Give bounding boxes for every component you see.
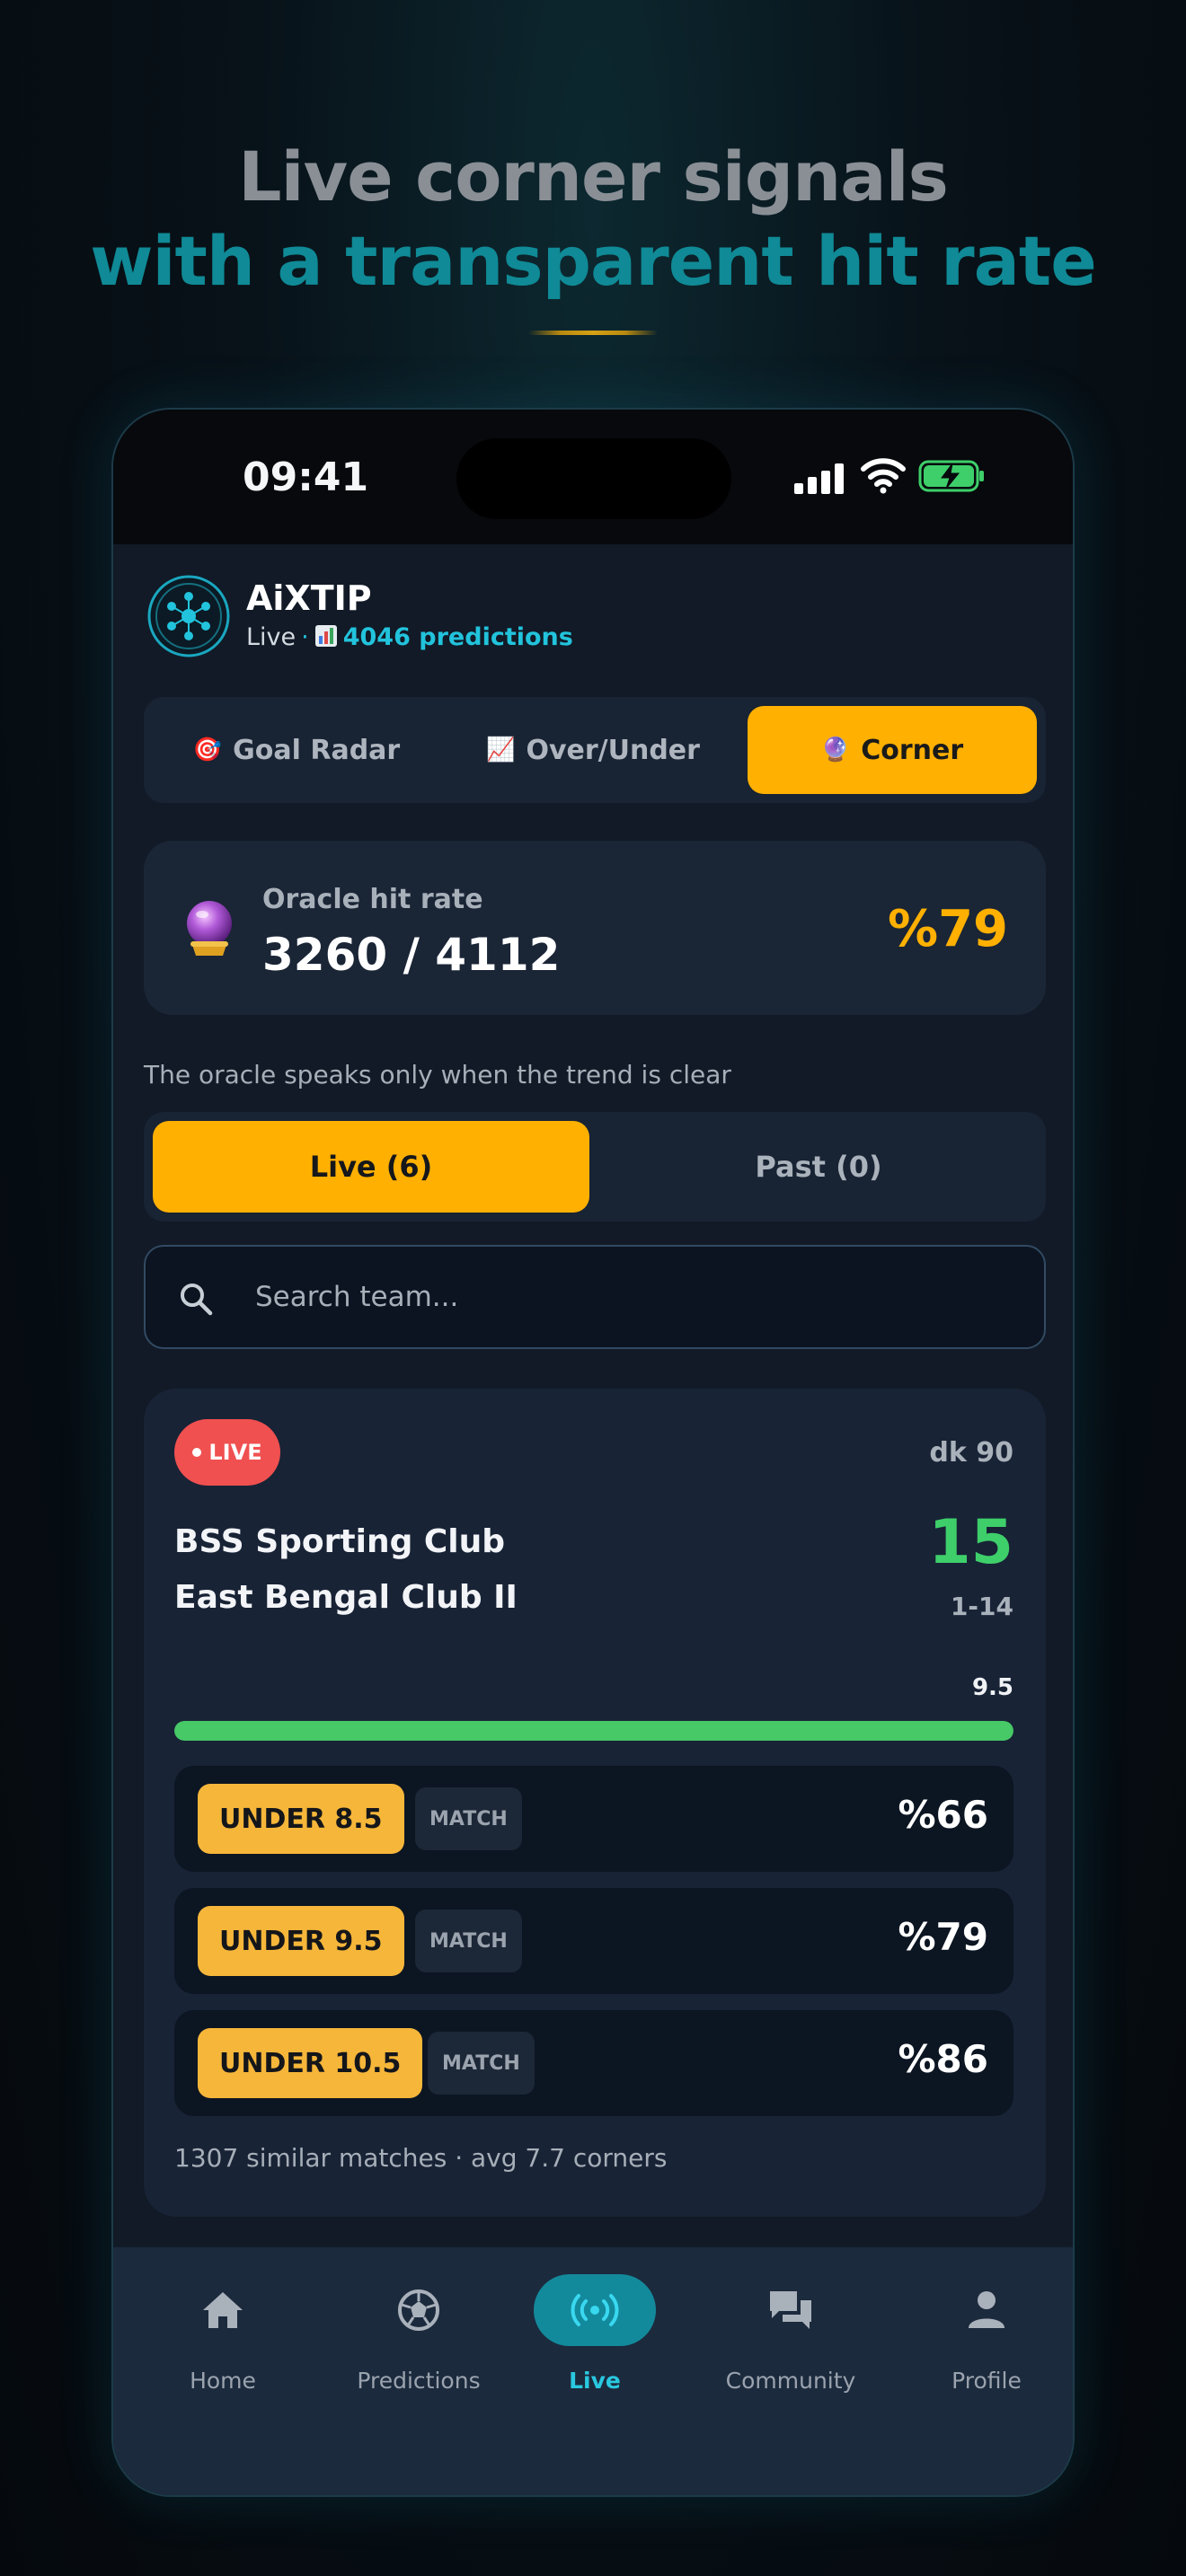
pick-row[interactable]: UNDER 10.5 MATCH %86 — [174, 2010, 1013, 2116]
match-card[interactable]: LIVE dk 90 BSS Sporting Club East Bengal… — [144, 1389, 1046, 2217]
live-status: Live — [246, 623, 296, 651]
tab-label: Goal Radar — [233, 734, 401, 766]
pick-scope-tag: MATCH — [415, 1910, 522, 1972]
bar-chart-icon — [314, 625, 337, 647]
hit-rate-card: Oracle hit rate 3260 / 4112 %79 — [144, 841, 1046, 1015]
nav-label: Profile — [951, 2368, 1022, 2394]
pick-row[interactable]: UNDER 8.5 MATCH %66 — [174, 1766, 1013, 1872]
nav-profile[interactable]: Profile — [897, 2269, 1073, 2404]
corner-line: 9.5 — [971, 1674, 1013, 1701]
live-badge-label: LIVE — [208, 1440, 262, 1465]
nav-live[interactable]: Live — [505, 2269, 685, 2404]
tab-corner[interactable]: 🔮 Corner — [748, 706, 1037, 794]
status-time: 09:41 — [243, 454, 369, 500]
tagline: The oracle speaks only when the trend is… — [144, 1060, 731, 1090]
app-header: AiXTIP Live · 4046 predictions — [147, 575, 956, 657]
away-team: East Bengal Club II — [174, 1579, 518, 1616]
corner-split: 1-14 — [950, 1592, 1013, 1621]
chat-bubbles-icon — [730, 2274, 852, 2346]
live-past-toggle: Live (6) Past (0) — [144, 1112, 1046, 1222]
headline-line-1: Live corner signals — [238, 137, 949, 216]
pick-label: UNDER 8.5 — [198, 1784, 404, 1854]
app-name: AiXTIP — [246, 578, 372, 618]
target-icon: 🎯 — [192, 737, 223, 763]
tab-over-under[interactable]: 📈 Over/Under — [449, 706, 737, 794]
broadcast-icon — [534, 2274, 656, 2346]
headline: Live corner signals with a transparent h… — [0, 135, 1186, 304]
corner-progress-fill — [174, 1721, 1013, 1741]
home-icon — [162, 2274, 284, 2346]
wifi-icon — [861, 458, 906, 494]
live-badge: LIVE — [174, 1419, 280, 1486]
hit-rate-label: Oracle hit rate — [262, 884, 483, 915]
pick-percent: %66 — [898, 1793, 988, 1837]
similar-matches-note: 1307 similar matches · avg 7.7 corners — [174, 2143, 668, 2173]
nav-home[interactable]: Home — [133, 2269, 313, 2404]
search-input[interactable] — [255, 1247, 1010, 1347]
home-team: BSS Sporting Club — [174, 1523, 506, 1560]
pick-percent: %86 — [898, 2037, 988, 2081]
market-tabs: 🎯 Goal Radar 📈 Over/Under 🔮 Corner — [144, 697, 1046, 803]
crystal-ball-icon — [187, 901, 232, 956]
pick-label: UNDER 9.5 — [198, 1906, 404, 1976]
app-status-line: Live · 4046 predictions — [246, 623, 573, 651]
tab-label: Over/Under — [526, 734, 700, 766]
separator-dot: · — [301, 623, 309, 651]
search-icon — [181, 1284, 213, 1316]
nav-community[interactable]: Community — [701, 2269, 881, 2404]
chart-up-icon: 📈 — [486, 737, 516, 763]
cellular-signal-icon — [794, 463, 845, 494]
pick-label: UNDER 10.5 — [198, 2028, 423, 2098]
nav-predictions[interactable]: Predictions — [329, 2269, 509, 2404]
dynamic-island — [456, 438, 731, 519]
nav-label: Live — [569, 2368, 621, 2394]
past-filter-button[interactable]: Past (0) — [600, 1121, 1037, 1213]
battery-charging-icon — [918, 460, 984, 492]
pick-scope-tag: MATCH — [428, 2032, 535, 2095]
phone-frame: 09:41 AiXTIP Live · 4046 predictions 🎯 G… — [111, 408, 1075, 2497]
pick-percent: %79 — [898, 1915, 988, 1959]
hit-rate-percent: %79 — [887, 900, 1008, 958]
headline-underline — [528, 331, 658, 335]
nav-label: Community — [725, 2368, 856, 2394]
pick-scope-tag: MATCH — [415, 1787, 522, 1850]
tab-label: Corner — [861, 734, 964, 766]
hit-rate-value: 3260 / 4112 — [262, 929, 561, 981]
status-bar: 09:41 — [113, 410, 1073, 544]
person-icon — [925, 2274, 1048, 2346]
nav-label: Predictions — [357, 2368, 481, 2394]
search-box — [144, 1245, 1046, 1349]
predictions-count: 4046 predictions — [342, 623, 573, 651]
match-minute: dk 90 — [929, 1437, 1013, 1469]
pick-row[interactable]: UNDER 9.5 MATCH %79 — [174, 1888, 1013, 1994]
headline-line-2: with a transparent hit rate — [90, 221, 1097, 301]
corner-progress-bar — [174, 1721, 1013, 1741]
live-dot-icon — [192, 1448, 202, 1457]
aixtip-logo — [147, 575, 230, 657]
soccer-ball-icon — [358, 2274, 480, 2346]
nav-label: Home — [190, 2368, 256, 2394]
corner-count: 15 — [928, 1507, 1013, 1578]
crystal-ball-icon: 🔮 — [820, 737, 851, 763]
tab-goal-radar[interactable]: 🎯 Goal Radar — [153, 706, 440, 794]
bottom-nav: Home Predictions Live Community Profile — [113, 2247, 1073, 2495]
live-filter-button[interactable]: Live (6) — [153, 1121, 589, 1213]
